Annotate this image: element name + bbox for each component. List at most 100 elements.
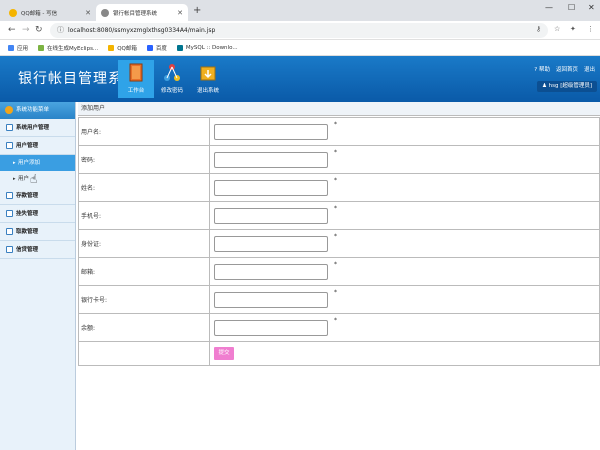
sidebar-item-user-management[interactable]: 用户管理 [0, 137, 75, 155]
sidebar-subitem-users[interactable]: ▸ 用户 [0, 171, 75, 187]
forward-icon[interactable]: → [22, 25, 30, 35]
required-mark: * [334, 233, 337, 240]
nav-workbench-button[interactable]: 工作台 [118, 60, 154, 98]
form-row-email: 邮箱: * [79, 258, 600, 286]
required-mark: * [334, 205, 337, 212]
sidebar: 系统功能菜单 系统用户管理 用户管理 ▸ 用户添加 ▸ 用户 存款管理 挂失管理… [0, 102, 76, 450]
nav-change-password-button[interactable]: 修改密码 [154, 60, 190, 98]
field-label: 手机号: [79, 202, 210, 230]
user-icon: ♟ [542, 83, 547, 89]
bookmark-apps[interactable]: 应用 [8, 44, 28, 52]
url-input[interactable]: ⓘ localhost:8080/ssmyxzmglxthsg0334A4/ma… [50, 23, 548, 38]
top-links: ? 帮助 返回首页 退出 [534, 65, 595, 73]
window-close-icon[interactable]: ✕ [588, 3, 595, 12]
sidebar-item-credit[interactable]: 信贷管理 [0, 241, 75, 259]
url-text: localhost:8080/ssmyxzmglxthsg0334A4/main… [68, 27, 215, 34]
tab-title: 银行帐目管理系统 [113, 9, 157, 17]
form-row-phone: 手机号: * [79, 202, 600, 230]
field-label: 身份证: [79, 230, 210, 258]
sidebar-subitem-add-user[interactable]: ▸ 用户添加 [0, 155, 75, 171]
address-bar-row: ← → ↻ ⓘ localhost:8080/ssmyxzmglxthsg033… [0, 21, 600, 40]
bookmark-myeclipse[interactable]: 在线生成MyEclips... [38, 44, 98, 52]
required-mark: * [334, 289, 337, 296]
bookmark-qqmail[interactable]: QQ邮箱 [108, 44, 137, 52]
form-row-name: 姓名: * [79, 174, 600, 202]
app-header: 银行帐目管理系统 工作台 修改密码 退出系统 ? 帮助 返回首页 退出 ♟ hs… [0, 56, 600, 102]
back-icon[interactable]: ← [8, 25, 16, 35]
close-icon[interactable]: ✕ [177, 9, 183, 17]
tab-title: QQ邮箱 - 写信 [21, 9, 57, 17]
bookmark-baidu[interactable]: 百度 [147, 44, 167, 52]
minimize-icon[interactable]: — [545, 3, 553, 12]
field-label: 邮箱: [79, 258, 210, 286]
logout-link[interactable]: 退出 [584, 65, 595, 73]
close-icon[interactable]: ✕ [85, 9, 91, 17]
submit-button[interactable]: 提交 [214, 347, 234, 360]
document-icon [6, 228, 13, 235]
extension-icon[interactable]: ✦ [570, 25, 576, 33]
balance-input[interactable] [214, 320, 328, 336]
menu-icon[interactable]: ⋮ [587, 25, 594, 33]
maximize-icon[interactable]: ☐ [568, 3, 575, 12]
bookmark-mysql[interactable]: MySQL :: Downlo... [177, 45, 238, 51]
new-tab-icon[interactable]: + [193, 5, 201, 16]
help-link[interactable]: ? 帮助 [534, 65, 550, 73]
username-input[interactable] [214, 124, 328, 140]
field-label: 密码: [79, 146, 210, 174]
main-content: 添加用户 [78, 102, 600, 116]
required-mark: * [334, 149, 337, 156]
document-icon [6, 246, 13, 253]
bookmark-icon [147, 45, 153, 51]
sidebar-header: 系统功能菜单 [0, 102, 75, 119]
browser-tab-qqmail[interactable]: QQ邮箱 - 写信 ✕ [4, 4, 96, 21]
form-row-card-number: 银行卡号: * [79, 286, 600, 314]
card-number-input[interactable] [214, 292, 328, 308]
id-card-input[interactable] [214, 236, 328, 252]
browser-tab-strip: QQ邮箱 - 写信 ✕ 银行帐目管理系统 ✕ + — ☐ ✕ [0, 0, 600, 21]
document-icon [6, 192, 13, 199]
document-icon [6, 124, 13, 131]
name-input[interactable] [214, 180, 328, 196]
bookmarks-bar: 应用 在线生成MyEclips... QQ邮箱 百度 MySQL :: Down… [0, 40, 600, 56]
hand-cursor-icon: ☝ [30, 172, 37, 186]
browser-tab-bank[interactable]: 银行帐目管理系统 ✕ [96, 4, 188, 21]
arrow-right-icon: ▸ [13, 155, 16, 171]
form-row-id-card: 身份证: * [79, 230, 600, 258]
password-input[interactable] [214, 152, 328, 168]
sidebar-item-deposit[interactable]: 存款管理 [0, 187, 75, 205]
folder-exit-icon [200, 63, 216, 83]
required-mark: * [334, 121, 337, 128]
qqmail-favicon-icon [9, 9, 17, 17]
form-row-balance: 余额: * [79, 314, 600, 342]
star-icon[interactable]: ☆ [554, 25, 560, 33]
form-row-username: 用户名: * [79, 118, 600, 146]
email-input[interactable] [214, 264, 328, 280]
nav-exit-button[interactable]: 退出系统 [190, 60, 226, 98]
menu-gear-icon [5, 106, 13, 114]
network-icon [164, 63, 180, 83]
form-row-submit: 提交 [79, 342, 600, 366]
required-mark: * [334, 177, 337, 184]
document-icon [6, 142, 13, 149]
add-user-form: 用户名: * 密码: * 姓名: * 手机号: * 身份证: * 邮箱: * 银… [78, 117, 600, 366]
field-label: 姓名: [79, 174, 210, 202]
user-badge: ♟ hsg [超级管理员] [537, 81, 597, 92]
reload-icon[interactable]: ↻ [35, 25, 43, 35]
field-label: 余额: [79, 314, 210, 342]
home-link[interactable]: 返回首页 [556, 65, 578, 73]
phone-input[interactable] [214, 208, 328, 224]
sidebar-item-withdrawal[interactable]: 取款管理 [0, 223, 75, 241]
document-icon [6, 210, 13, 217]
field-label: 银行卡号: [79, 286, 210, 314]
required-mark: * [334, 317, 337, 324]
required-mark: * [334, 261, 337, 268]
sidebar-item-system-users[interactable]: 系统用户管理 [0, 119, 75, 137]
field-label: 用户名: [79, 118, 210, 146]
key-icon[interactable]: ⚷ [536, 25, 541, 33]
form-row-password: 密码: * [79, 146, 600, 174]
book-icon [128, 63, 144, 83]
sidebar-item-loss-report[interactable]: 挂失管理 [0, 205, 75, 223]
bookmark-icon [177, 45, 183, 51]
info-icon[interactable]: ⓘ [57, 23, 64, 38]
page-title: 添加用户 [78, 102, 600, 116]
